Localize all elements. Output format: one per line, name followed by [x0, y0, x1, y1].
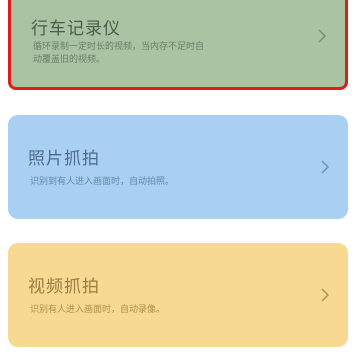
- chevron-right-icon: [318, 29, 326, 43]
- video-capture-card[interactable]: 视频抓拍 识别有人进入画面时，自动录像。: [8, 243, 348, 347]
- mode-list-page: 行车记录仪 循环录制一定时长的视频，当内存不足时自动覆盖旧的视频。 照片抓拍 识…: [0, 0, 360, 360]
- card-description: 循环录制一定时长的视频，当内存不足时自动覆盖旧的视频。: [33, 42, 205, 65]
- card-title: 行车记录仪: [31, 19, 121, 39]
- chevron-right-icon: [321, 160, 329, 174]
- photo-capture-card[interactable]: 照片抓拍 识别到有人进入画面时，自动拍照。: [8, 115, 348, 219]
- card-description: 识别有人进入画面时，自动录像。: [30, 305, 166, 315]
- chevron-right-icon: [321, 288, 329, 302]
- card-description: 识别到有人进入画面时，自动拍照。: [30, 177, 175, 187]
- card-title: 视频抓拍: [28, 277, 100, 297]
- dashcam-mode-card[interactable]: 行车记录仪 循环录制一定时长的视频，当内存不足时自动覆盖旧的视频。: [8, 0, 348, 90]
- card-title: 照片抓拍: [28, 149, 100, 169]
